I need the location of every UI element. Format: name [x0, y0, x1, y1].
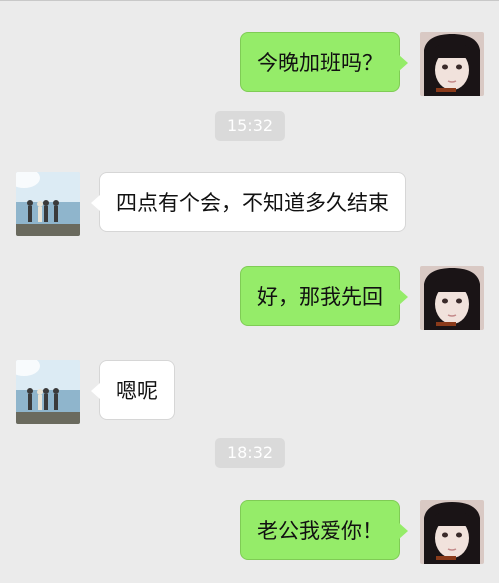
sent-message-bubble[interactable]: 老公我爱你！: [240, 500, 408, 560]
contact-avatar-icon[interactable]: [16, 172, 80, 236]
timestamp: 18:32: [214, 438, 286, 468]
timestamp-text: 15:32: [226, 116, 274, 135]
message-text: 好，那我先回: [257, 285, 383, 309]
message-text: 今晚加班吗？: [257, 51, 383, 75]
received-message-bubble[interactable]: 四点有个会，不知道多久结束: [91, 172, 406, 232]
received-message-bubble[interactable]: 嗯呢: [91, 360, 175, 420]
sent-message-bubble[interactable]: 好，那我先回: [240, 266, 408, 326]
timestamp: 15:32: [214, 111, 286, 141]
sent-message-bubble[interactable]: 今晚加班吗？: [240, 32, 408, 92]
my-avatar-icon[interactable]: [420, 500, 484, 564]
top-border: [0, 0, 499, 1]
message-text: 嗯呢: [116, 379, 158, 403]
contact-avatar-icon[interactable]: [16, 360, 80, 424]
timestamp-text: 18:32: [226, 443, 274, 462]
message-text: 老公我爱你！: [257, 519, 383, 543]
my-avatar-icon[interactable]: [420, 32, 484, 96]
my-avatar-icon[interactable]: [420, 266, 484, 330]
message-text: 四点有个会，不知道多久结束: [116, 191, 389, 215]
